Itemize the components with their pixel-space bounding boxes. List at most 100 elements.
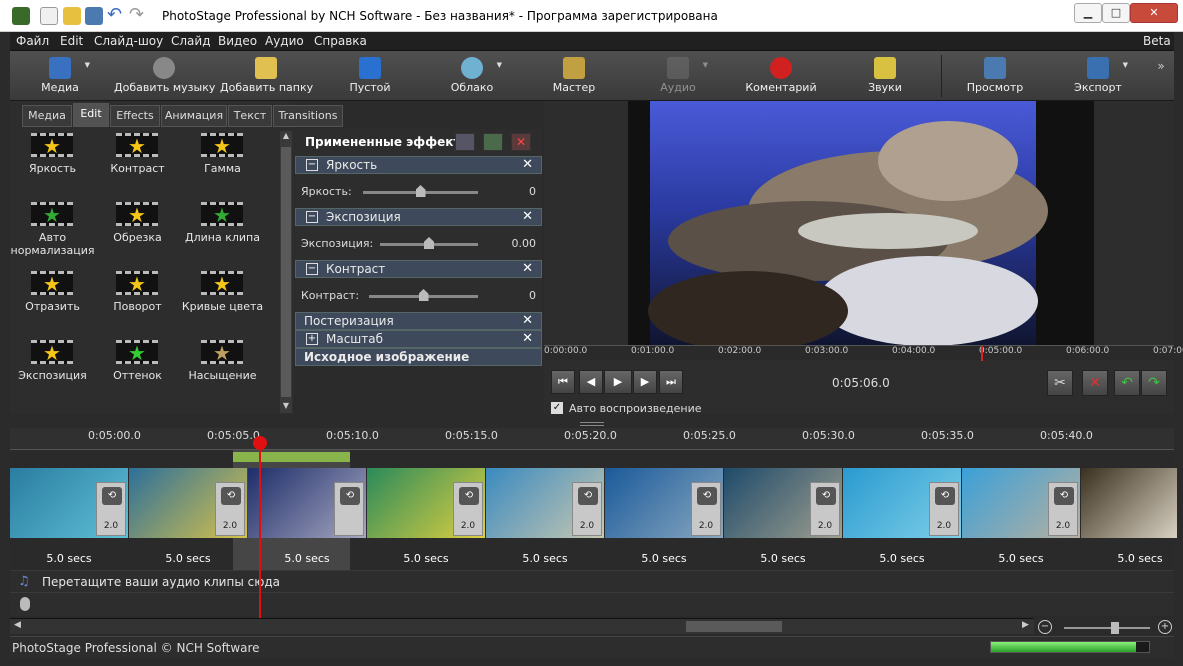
audio-track[interactable]: ♫ Перетащите ваши аудио клипы сюда: [10, 570, 1174, 592]
expand-icon[interactable]: +: [306, 333, 318, 345]
preview-ruler[interactable]: 0:00:00.0 0:01:00.0 0:02:00.0 0:03:00.0 0:04…: [544, 345, 1183, 361]
split-clip-button[interactable]: ✂: [1047, 370, 1073, 396]
scroll-up-icon[interactable]: ▲: [280, 131, 292, 143]
timeline-playhead[interactable]: [259, 446, 261, 618]
zoom-slider-knob[interactable]: [1111, 622, 1119, 634]
remove-effect-icon[interactable]: ✕: [522, 331, 533, 346]
remove-effect-icon[interactable]: ✕: [522, 209, 533, 224]
tab-transitions[interactable]: Transitions: [273, 105, 343, 127]
menu-slideshow[interactable]: Слайд-шоу: [94, 34, 163, 48]
cloud-button[interactable]: ▼ Облако: [442, 51, 502, 101]
tab-animation[interactable]: Анимация: [161, 105, 227, 127]
sounds-button[interactable]: Звуки: [855, 51, 915, 101]
close-button[interactable]: ✕: [1130, 3, 1178, 23]
maximize-button[interactable]: □: [1102, 3, 1130, 23]
add-music-button[interactable]: Добавить музыку: [114, 51, 215, 101]
collapse-icon[interactable]: −: [306, 211, 318, 223]
section-source-image[interactable]: Исходное изображение: [295, 348, 542, 366]
export-button[interactable]: ▼ Экспорт: [1068, 51, 1128, 101]
tab-text[interactable]: Текст: [228, 105, 272, 127]
effect-2[interactable]: ★ Гамма: [180, 131, 265, 191]
section-brightness[interactable]: − Яркость ✕: [295, 156, 542, 174]
collapse-icon[interactable]: −: [306, 159, 318, 171]
preview-video[interactable]: [628, 101, 1094, 351]
wizard-button[interactable]: Мастер: [544, 51, 604, 101]
section-contrast[interactable]: − Контраст ✕: [295, 260, 542, 278]
remove-effect-icon[interactable]: ✕: [522, 157, 533, 172]
menu-file[interactable]: Файл: [16, 34, 49, 48]
menu-slide[interactable]: Слайд: [171, 34, 211, 48]
audio-button[interactable]: ▼ Аудио: [648, 51, 708, 101]
effects-scrollbar[interactable]: ▲ ▼: [280, 131, 292, 413]
tab-edit[interactable]: Edit: [73, 103, 109, 127]
tab-effects[interactable]: Effects: [110, 105, 160, 127]
scroll-left-icon[interactable]: ◀: [14, 620, 21, 630]
transition-marker[interactable]: ⟲ 2.0: [1048, 482, 1078, 536]
menu-help[interactable]: Справка: [314, 34, 367, 48]
splitter-handle[interactable]: [580, 422, 604, 426]
effect-7[interactable]: ★ Поворот: [95, 269, 180, 329]
narration-track[interactable]: [10, 592, 1174, 616]
transition-marker[interactable]: ⟲ 2.0: [572, 482, 602, 536]
autoplay-checkbox[interactable]: ✓: [551, 402, 563, 414]
zoom-slider[interactable]: [1064, 627, 1150, 629]
effect-11[interactable]: ★ Насыщение: [180, 338, 265, 398]
new-file-icon[interactable]: [40, 7, 58, 25]
remove-effect-icon[interactable]: ✕: [522, 313, 533, 328]
scroll-right-icon[interactable]: ▶: [1022, 620, 1029, 630]
menu-audio[interactable]: Аудио: [265, 34, 304, 48]
toolbar-overflow-button[interactable]: »: [1154, 51, 1168, 101]
section-posterize[interactable]: Постеризация ✕: [295, 312, 542, 330]
section-exposure[interactable]: − Экспозиция ✕: [295, 208, 542, 226]
effect-3[interactable]: ★ Авто нормализация: [10, 200, 95, 260]
comment-button[interactable]: Коментарий: [740, 51, 822, 101]
slide-clip[interactable]: [1081, 468, 1177, 538]
add-folder-button[interactable]: Добавить папку: [220, 51, 313, 101]
transition-marker[interactable]: ⟲ 2.0: [453, 482, 483, 536]
collapse-icon[interactable]: −: [306, 263, 318, 275]
scroll-down-icon[interactable]: ▼: [280, 401, 292, 413]
rotate-right-button[interactable]: ↷: [1141, 370, 1167, 396]
effect-10[interactable]: ★ Оттенок: [95, 338, 180, 398]
remove-effect-icon[interactable]: ✕: [522, 261, 533, 276]
effect-0[interactable]: ★ Яркость: [10, 131, 95, 191]
zoom-out-icon[interactable]: −: [1038, 620, 1052, 634]
blank-slide-button[interactable]: Пустой: [340, 51, 400, 101]
play-button[interactable]: ▶: [604, 370, 632, 394]
contrast-slider-knob[interactable]: [418, 289, 429, 301]
transition-marker[interactable]: ⟲: [334, 482, 364, 536]
undo-icon[interactable]: ↶: [107, 6, 125, 25]
media-button[interactable]: ▼ Медиа: [30, 51, 90, 101]
delete-clip-button[interactable]: ✕: [1082, 370, 1108, 396]
effect-4[interactable]: ★ Обрезка: [95, 200, 180, 260]
section-scale[interactable]: + Масштаб ✕: [295, 330, 542, 348]
effect-8[interactable]: ★ Кривые цвета: [180, 269, 265, 329]
open-folder-icon[interactable]: [63, 7, 81, 25]
effect-6[interactable]: ★ Отразить: [10, 269, 95, 329]
effect-1[interactable]: ★ Контраст: [95, 131, 180, 191]
save-icon[interactable]: [85, 7, 103, 25]
transition-marker[interactable]: ⟲ 2.0: [215, 482, 245, 536]
minimize-button[interactable]: ▁: [1074, 3, 1102, 23]
transition-marker[interactable]: ⟲ 2.0: [96, 482, 126, 536]
preview-playhead[interactable]: [981, 346, 983, 361]
step-back-button[interactable]: ◀: [579, 370, 603, 394]
go-to-start-button[interactable]: ⏮: [551, 370, 575, 394]
add-effect-icon[interactable]: [483, 133, 503, 151]
zoom-in-icon[interactable]: +: [1158, 620, 1172, 634]
menu-edit[interactable]: Edit: [60, 34, 83, 48]
step-forward-button[interactable]: ▶: [633, 370, 657, 394]
remove-all-effects-icon[interactable]: ✕: [511, 133, 531, 151]
scrollbar-thumb[interactable]: [281, 147, 291, 397]
brightness-slider-knob[interactable]: [415, 185, 426, 197]
menu-video[interactable]: Видео: [218, 34, 257, 48]
redo-icon[interactable]: ↷: [129, 6, 147, 25]
timeline-ruler[interactable]: 0:05:00.0 0:05:05.0 0:05:10.0 0:05:15.0 0:05…: [10, 428, 1174, 450]
preview-button[interactable]: Просмотр: [960, 51, 1030, 101]
scrollbar-thumb[interactable]: [686, 621, 782, 632]
effect-9[interactable]: ★ Экспозиция: [10, 338, 95, 398]
exposure-slider-knob[interactable]: [424, 237, 434, 249]
transition-marker[interactable]: ⟲ 2.0: [929, 482, 959, 536]
timeline-scrollbar[interactable]: ◀ ▶: [10, 618, 1034, 634]
tab-media[interactable]: Медиа: [22, 105, 72, 127]
